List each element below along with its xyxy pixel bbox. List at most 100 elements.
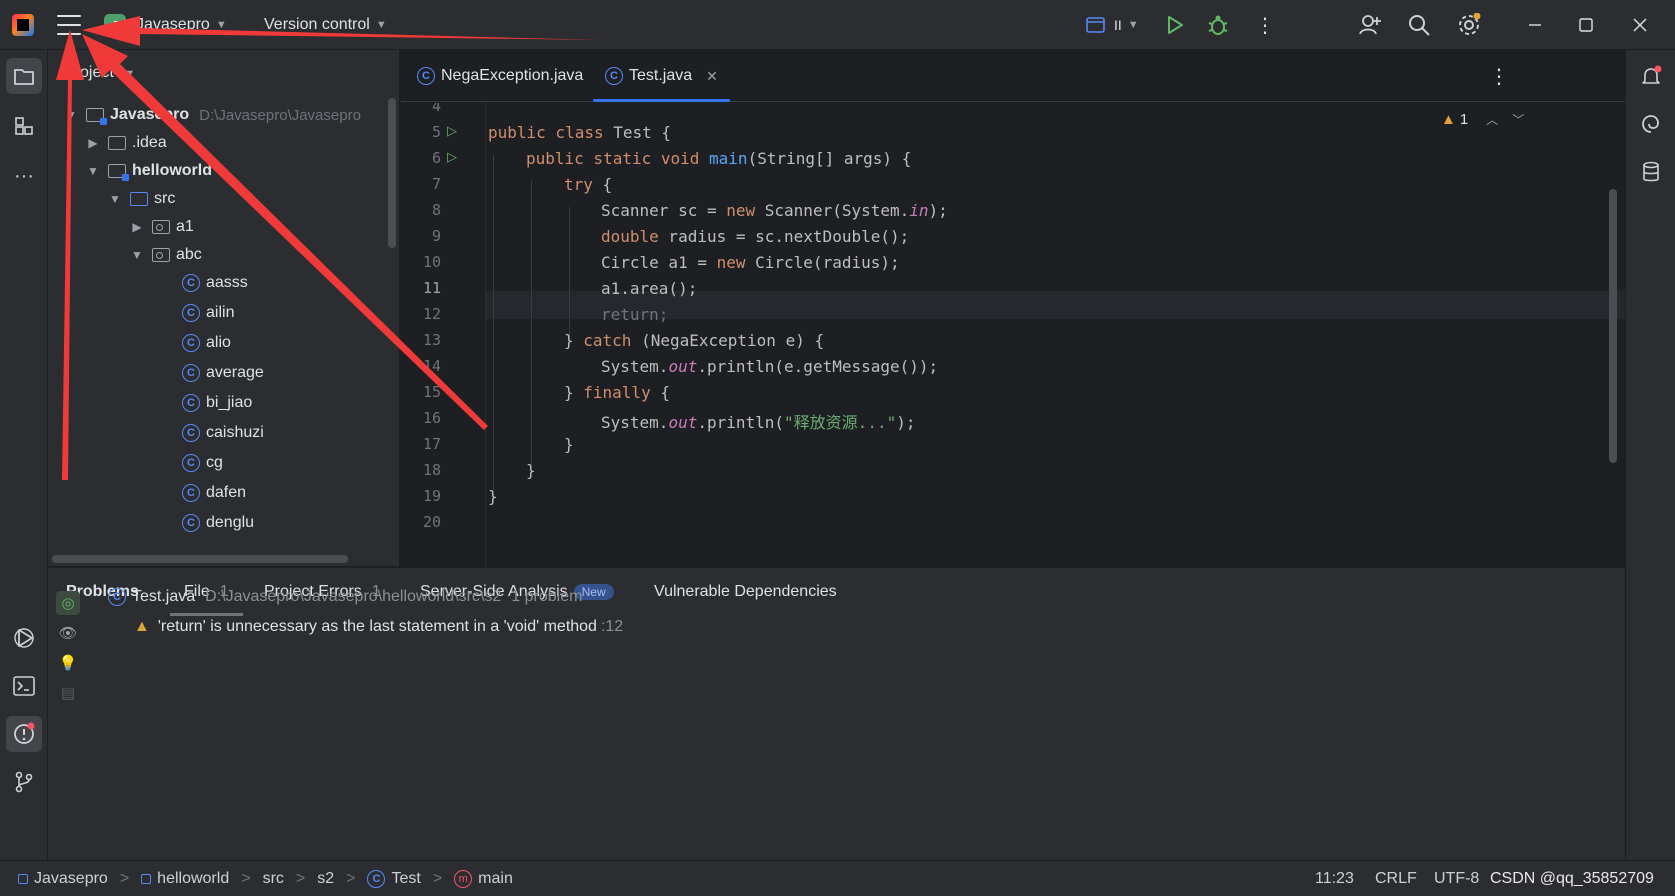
tree-item-class[interactable]: Caasss: [182, 269, 248, 297]
chevron-down-icon: ▼: [109, 192, 121, 206]
tree-item-idea[interactable]: ▶ .idea: [86, 129, 166, 157]
tree-item-label: abc: [176, 246, 202, 263]
minimize-button[interactable]: [1528, 0, 1542, 50]
chevron-down-icon[interactable]: ﹀: [1512, 111, 1524, 128]
chevron-right-icon: ▶: [132, 220, 142, 234]
close-icon[interactable]: ✕: [706, 68, 718, 85]
line-number: 13: [422, 331, 441, 349]
tree-item-helloworld[interactable]: ▼ helloworld: [86, 157, 212, 185]
file-encoding[interactable]: UTF-8: [1434, 861, 1479, 896]
tree-item-class[interactable]: Ccg: [182, 449, 223, 477]
tree-item-class[interactable]: Ccaishuzi: [182, 419, 264, 447]
breadcrumb-item[interactable]: helloworld: [157, 870, 229, 888]
project-horizontal-scrollbar[interactable]: [52, 555, 348, 563]
problem-file-name: Test.java: [132, 588, 196, 605]
run-config-selector[interactable]: II ▼: [1086, 0, 1139, 50]
code-with-me-button[interactable]: [1358, 0, 1382, 50]
chevron-right-icon: ▶: [88, 136, 98, 150]
breadcrumb-item[interactable]: Javasepro: [34, 870, 108, 888]
gear-icon: [1459, 13, 1481, 35]
status-bar: Javasepro > helloworld > src > s2 > C Te…: [0, 860, 1675, 896]
problems-panel: Problems File 1 Project Errors 1 Server-…: [48, 567, 1625, 860]
tree-item-class[interactable]: Cailin: [182, 299, 234, 327]
tree-item-class[interactable]: Caverage: [182, 359, 264, 387]
tree-item-root[interactable]: ▼ Javasepro D:\Javasepro\Javasepro: [64, 101, 361, 129]
problems-icon: [14, 722, 35, 744]
ai-assistant-button[interactable]: [1633, 106, 1669, 142]
terminal-tool-button[interactable]: [6, 668, 42, 704]
quick-fix-button[interactable]: 💡: [56, 651, 80, 675]
code-line-18: }: [526, 461, 536, 480]
tree-item-class[interactable]: Cbi_jiao: [182, 389, 252, 417]
show-details-button[interactable]: ▤: [56, 681, 80, 705]
run-class-gutter-icon[interactable]: ▷: [447, 123, 457, 139]
tree-item-abc[interactable]: ▼ abc: [130, 241, 202, 269]
project-vertical-scrollbar[interactable]: [388, 98, 396, 248]
debug-button[interactable]: [1207, 0, 1229, 50]
code-editor[interactable]: 4 5 6 7 8 9 10 11 12 13 14 15 16 17 18 19 20 ▷ ▷ public …: [401, 103, 1625, 566]
app-logo[interactable]: [12, 0, 34, 50]
play-icon: [1168, 16, 1183, 34]
project-panel-header[interactable]: Project ▼: [64, 64, 135, 82]
code-line-6: public static void main(String[] args) {: [526, 149, 912, 168]
settings-button[interactable]: [1457, 0, 1481, 50]
code-line-16: System.out.println("释放资源...");: [601, 413, 916, 432]
tree-item-src[interactable]: ▼ src: [108, 185, 175, 213]
more-actions-button[interactable]: ⋮: [1255, 0, 1275, 50]
inspection-widget[interactable]: ▲ 1 ︿ ﹀: [1441, 111, 1524, 128]
line-number: 18: [422, 461, 441, 479]
class-icon: C: [182, 334, 200, 352]
line-separator[interactable]: CRLF: [1375, 861, 1417, 896]
git-tool-button[interactable]: [6, 764, 42, 800]
breadcrumb-item[interactable]: Test: [391, 870, 420, 888]
toggle-highlight-button[interactable]: ◎: [56, 591, 80, 615]
project-tool-button[interactable]: [6, 58, 42, 94]
tab-vulnerable-dependencies[interactable]: Vulnerable Dependencies: [654, 568, 837, 616]
class-icon: C: [182, 514, 200, 532]
tree-item-class[interactable]: Calio: [182, 329, 231, 357]
breadcrumb-item[interactable]: main: [478, 870, 513, 888]
tree-item-label: ailin: [206, 304, 235, 321]
run-main-gutter-icon[interactable]: ▷: [447, 149, 457, 165]
tree-item-a1[interactable]: ▶ a1: [130, 213, 193, 241]
tab-options-button[interactable]: ⋮: [1489, 50, 1509, 102]
line-number: 16: [422, 409, 441, 427]
breadcrumb-item[interactable]: src: [263, 870, 284, 888]
chevron-up-icon[interactable]: ︿: [1486, 111, 1498, 128]
notifications-button[interactable]: [1633, 58, 1669, 94]
tab-label: Test.java: [629, 67, 693, 84]
run-button[interactable]: [1166, 0, 1184, 50]
close-window-button[interactable]: [1633, 0, 1647, 50]
tree-item-class[interactable]: Cdafen: [182, 479, 246, 507]
list-icon: ▤: [60, 685, 76, 702]
toggle-preview-button[interactable]: 👁: [56, 621, 80, 645]
more-tools-button[interactable]: ···: [6, 158, 42, 194]
main-menu-button[interactable]: [57, 0, 81, 50]
breadcrumb-item[interactable]: s2: [317, 870, 334, 888]
tree-item-class[interactable]: Cdenglu: [182, 509, 254, 537]
structure-tool-button[interactable]: [6, 108, 42, 144]
structure-icon: [15, 117, 33, 135]
editor-vertical-scrollbar[interactable]: [1609, 189, 1617, 463]
right-tool-strip: [1625, 50, 1675, 860]
version-control-menu[interactable]: Version control ▼: [264, 0, 387, 50]
maximize-button[interactable]: [1579, 0, 1593, 50]
tab-negaexception[interactable]: C NegaException.java: [417, 50, 583, 102]
project-switcher[interactable]: J Javasepro ▼: [104, 0, 227, 50]
problems-tool-button[interactable]: [6, 716, 42, 752]
problem-warning-row[interactable]: ▲ 'return' is unnecessary as the last st…: [134, 618, 623, 636]
class-icon: C: [182, 484, 200, 502]
ai-spiral-icon: [1642, 115, 1659, 133]
database-button[interactable]: [1633, 154, 1669, 190]
class-icon: C: [182, 304, 200, 322]
caret-position[interactable]: 11:23: [1315, 861, 1354, 896]
chevron-down-icon: ▼: [131, 248, 143, 262]
services-tool-button[interactable]: [6, 620, 42, 656]
database-icon: [1643, 161, 1659, 182]
problem-file-row[interactable]: C Test.java D:\Javasepro\Javasepro\hello…: [108, 588, 582, 606]
tab-test[interactable]: C Test.java ✕: [593, 50, 730, 102]
run-config-label: II: [1114, 17, 1122, 33]
terminal-icon: [13, 676, 35, 696]
code-line-14: System.out.println(e.getMessage());: [601, 357, 939, 376]
search-button[interactable]: [1408, 0, 1430, 50]
